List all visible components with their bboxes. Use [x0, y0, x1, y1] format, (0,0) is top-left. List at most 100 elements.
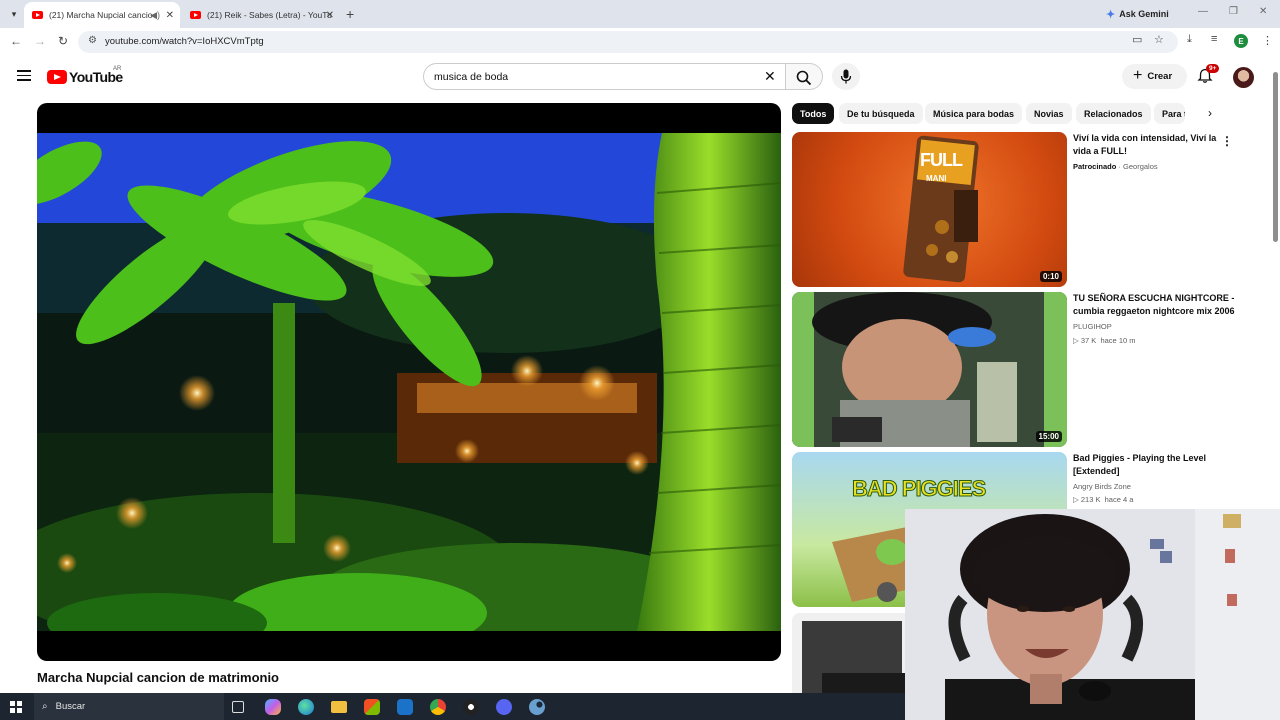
bookmark-star-icon[interactable]: ☆ — [1154, 33, 1164, 46]
upload-age: hace 4 a — [1104, 495, 1134, 504]
taskbar: ⌕ Buscar — [0, 693, 905, 720]
browser-menu-icon[interactable]: ⋮ — [1262, 34, 1273, 47]
chevron-right-icon[interactable]: › — [1208, 106, 1212, 120]
reload-icon[interactable]: ↻ — [58, 34, 68, 48]
edge-icon[interactable] — [298, 699, 314, 715]
obs-icon[interactable] — [463, 699, 479, 715]
search-button[interactable] — [785, 63, 823, 90]
address-bar[interactable]: ⚙ youtube.com/watch?v=IoHXCVmTptg — [78, 31, 1178, 53]
related-title[interactable]: Bad Piggies - Playing the Level [Extende… — [1073, 452, 1218, 478]
chrome-icon[interactable] — [430, 699, 446, 715]
tab-reik-sabes[interactable]: (21) Reik - Sabes (Letra) - YouTu ✕ — [182, 2, 340, 28]
cast-icon[interactable]: ▭ — [1132, 33, 1142, 46]
region-code: AR — [113, 66, 122, 72]
ask-gemini-button[interactable]: ✦ Ask Gemini — [1106, 5, 1169, 23]
new-tab-button[interactable]: + — [346, 6, 354, 22]
webcam-overlay — [905, 509, 1280, 720]
view-count: 213 K — [1080, 495, 1101, 504]
video-frame — [37, 133, 781, 631]
video-duration: 15:00 — [1035, 431, 1062, 442]
more-actions-icon[interactable]: ⋮ — [1221, 134, 1233, 148]
related-title[interactable]: Viví la vida con intensidad, Viví la vid… — [1073, 132, 1218, 158]
search-input[interactable] — [434, 69, 754, 85]
account-avatar[interactable] — [1233, 67, 1254, 88]
tab-close-icon[interactable]: ✕ — [326, 10, 334, 21]
audio-playing-icon[interactable]: ◀) — [150, 10, 160, 21]
guide-menu-icon[interactable] — [17, 70, 31, 81]
thumbnail-brand-text: FULL — [920, 150, 963, 170]
search-icon: ⌕ — [42, 701, 48, 712]
create-label: Crear — [1147, 71, 1173, 82]
browser-tab-strip: ▾ (21) Marcha Nupcial cancio ◀) ✕ (21) R… — [0, 0, 1280, 28]
tab-marcha-nupcial[interactable]: (21) Marcha Nupcial cancio ◀) ✕ — [24, 2, 180, 28]
restore-icon[interactable]: ❐ — [1229, 6, 1238, 17]
tab-search-icon[interactable]: ▾ — [6, 6, 22, 22]
related-meta: Patrocinado · Georgalos — [1073, 162, 1158, 171]
clear-search-icon[interactable]: ✕ — [764, 68, 776, 85]
file-explorer-icon[interactable] — [331, 701, 347, 713]
thumbnail-brand-subtext: MANI — [926, 174, 947, 183]
chip-para-ti[interactable]: Para ti — [1154, 103, 1185, 124]
plus-icon: + — [1133, 66, 1143, 84]
create-button[interactable]: + Crear — [1122, 64, 1187, 89]
profile-avatar[interactable]: E — [1234, 34, 1248, 48]
page-scrollbar[interactable] — [1271, 60, 1280, 510]
url-text[interactable]: youtube.com/watch?v=IoHXCVmTptg — [105, 36, 264, 47]
thumbnail-image — [792, 292, 1067, 447]
minimize-icon[interactable]: — — [1198, 6, 1208, 17]
discord-icon[interactable] — [496, 699, 512, 715]
site-info-icon[interactable]: ⚙ — [88, 35, 97, 46]
youtube-favicon-icon — [32, 11, 43, 19]
tab-title: (21) Marcha Nupcial cancio — [49, 10, 153, 20]
forward-arrow-icon[interactable]: → — [34, 34, 46, 48]
gemini-sparkle-icon: ✦ — [1106, 8, 1116, 21]
notifications-button[interactable]: 9+ — [1197, 64, 1220, 84]
chip-relacionados[interactable]: Relacionados — [1076, 103, 1151, 124]
youtube-play-logo-icon — [47, 70, 67, 84]
video-title: Marcha Nupcial cancion de matrimonio — [37, 670, 279, 685]
window-close-icon[interactable]: ✕ — [1259, 6, 1267, 17]
ask-gemini-label: Ask Gemini — [1119, 9, 1169, 19]
taskbar-search[interactable]: ⌕ Buscar — [34, 693, 224, 720]
copilot-icon[interactable] — [265, 699, 281, 715]
chip-de-tu-busqueda[interactable]: De tu búsqueda — [839, 103, 923, 124]
search-icon — [796, 70, 812, 86]
scrollbar-thumb[interactable] — [1273, 72, 1278, 242]
chip-novias[interactable]: Novias — [1026, 103, 1072, 124]
channel-name[interactable]: PLUGIHOP — [1073, 322, 1112, 331]
notification-badge: 9+ — [1206, 64, 1220, 73]
taskbar-search-placeholder: Buscar — [55, 701, 86, 712]
microsoft-store-icon[interactable] — [364, 699, 380, 715]
related-title[interactable]: TU SEÑORA ESCUCHA NIGHTCORE - cumbia reg… — [1073, 292, 1238, 318]
channel-name[interactable]: Georgalos — [1123, 162, 1158, 171]
media-control-icon[interactable]: ≡ — [1211, 33, 1217, 45]
view-count: 37 K — [1080, 336, 1097, 345]
youtube-logo[interactable]: YouTube AR — [47, 66, 123, 85]
steam-icon[interactable] — [529, 699, 545, 715]
task-view-icon[interactable] — [232, 701, 244, 713]
channel-name[interactable]: Angry Birds Zone — [1073, 482, 1131, 491]
video-duration: 0:10 — [1039, 271, 1062, 282]
microphone-icon — [840, 69, 852, 84]
webcam-feed — [905, 509, 1280, 720]
sponsored-label: Patrocinado — [1073, 162, 1117, 171]
video-player[interactable] — [37, 103, 781, 661]
back-arrow-icon[interactable]: ← — [10, 34, 22, 48]
download-icon[interactable]: ⤓ — [1187, 33, 1192, 46]
browser-toolbar: ← → ↻ ⚙ youtube.com/watch?v=IoHXCVmTptg … — [0, 28, 1280, 56]
chip-musica-para-bodas[interactable]: Música para bodas — [925, 103, 1023, 124]
tab-title: (21) Reik - Sabes (Letra) - YouTu — [207, 10, 332, 20]
tab-close-icon[interactable]: ✕ — [166, 10, 174, 21]
related-stats: ▷ 37 K hace 10 m — [1073, 336, 1136, 345]
windows-start-icon[interactable] — [10, 701, 22, 713]
youtube-favicon-icon — [190, 11, 201, 19]
upload-age: hace 10 m — [1100, 336, 1136, 345]
related-thumbnail[interactable]: FULL MANI 0:10 — [792, 132, 1067, 287]
mail-icon[interactable] — [397, 699, 413, 715]
related-stats: ▷ 213 K hace 4 a — [1073, 495, 1134, 504]
related-thumbnail[interactable]: 15:00 — [792, 292, 1067, 447]
screen: ▾ (21) Marcha Nupcial cancio ◀) ✕ (21) R… — [0, 0, 1280, 720]
chip-todos[interactable]: Todos — [792, 103, 835, 124]
voice-search-button[interactable] — [832, 63, 860, 90]
search-box: ✕ — [423, 63, 785, 90]
